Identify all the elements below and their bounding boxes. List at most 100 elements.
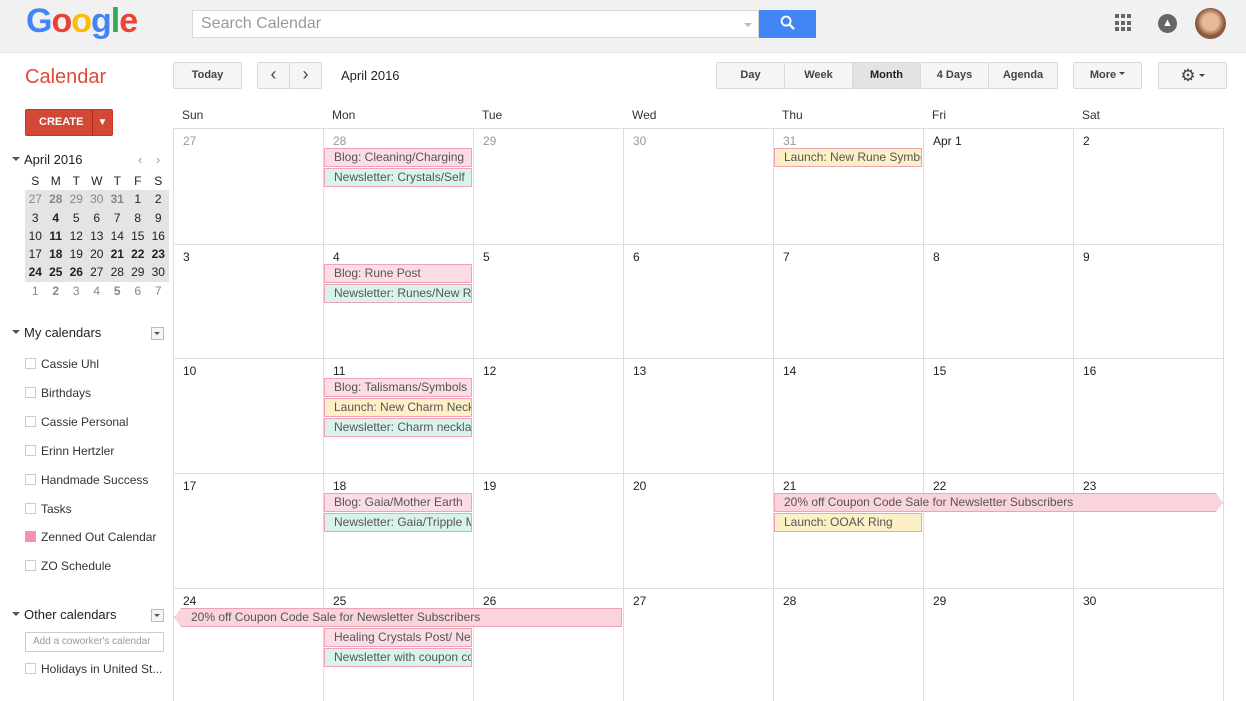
day-number[interactable]: 19 — [483, 479, 496, 493]
day-cell[interactable]: 30 — [1073, 588, 1224, 701]
day-number[interactable]: 16 — [1083, 364, 1096, 378]
mini-day[interactable]: 5 — [107, 282, 128, 300]
mini-day[interactable]: 22 — [127, 245, 148, 264]
event-newsletter[interactable]: Newsletter: Charm necklaces — [324, 418, 472, 437]
day-cell[interactable]: 28 — [773, 588, 923, 701]
calendar-item[interactable]: Holidays in United St... — [25, 662, 162, 676]
mini-day[interactable]: 16 — [148, 226, 169, 246]
calendar-item[interactable]: Tasks — [25, 502, 72, 516]
mini-day[interactable]: 27 — [86, 263, 107, 282]
day-number[interactable]: 13 — [633, 364, 646, 378]
google-logo[interactable]: Google — [26, 2, 138, 41]
day-number[interactable]: 26 — [483, 594, 496, 608]
next-button[interactable]: › — [289, 62, 322, 89]
collapse-icon[interactable] — [12, 157, 20, 165]
mini-day[interactable]: 30 — [148, 263, 169, 282]
calendar-item[interactable]: Cassie Uhl — [25, 357, 99, 371]
mini-day[interactable]: 13 — [86, 226, 107, 246]
day-cell[interactable]: 27 — [173, 128, 323, 244]
calendar-item[interactable]: Zenned Out Calendar — [25, 530, 156, 544]
mini-day[interactable]: 25 — [45, 263, 66, 282]
day-number[interactable]: 17 — [183, 479, 196, 493]
day-cell[interactable]: 15 — [923, 358, 1073, 473]
apps-grid-icon[interactable] — [1115, 14, 1133, 32]
mini-day[interactable]: 23 — [148, 245, 169, 264]
day-number[interactable]: 18 — [333, 479, 346, 493]
day-cell[interactable]: 17 — [173, 473, 323, 588]
event-sale[interactable]: 20% off Coupon Code Sale for Newsletter … — [774, 493, 1223, 512]
add-coworker-input[interactable]: Add a coworker's calendar — [25, 632, 164, 652]
day-number[interactable]: 29 — [933, 594, 946, 608]
day-cell[interactable]: 14 — [773, 358, 923, 473]
mini-prev-icon[interactable]: ‹ — [138, 150, 142, 170]
mini-day[interactable]: 1 — [127, 190, 148, 209]
mini-day[interactable]: 30 — [86, 190, 107, 209]
search-options-icon[interactable] — [744, 23, 752, 31]
day-number[interactable]: 30 — [633, 134, 646, 148]
day-cell[interactable]: 31 — [773, 128, 923, 244]
mini-day[interactable]: 5 — [66, 208, 87, 227]
dropdown-icon[interactable] — [151, 327, 164, 340]
mini-day[interactable]: 8 — [127, 208, 148, 227]
settings-button[interactable]: ⚙ — [1158, 62, 1227, 89]
mini-day[interactable]: 19 — [66, 245, 87, 264]
mini-next-icon[interactable]: › — [156, 150, 160, 170]
event-newsletter[interactable]: Newsletter with coupon code — [324, 648, 472, 667]
mini-day[interactable]: 27 — [25, 190, 46, 209]
day-number[interactable]: 2 — [1083, 134, 1090, 148]
day-number[interactable]: Apr 1 — [933, 134, 962, 148]
checkbox[interactable] — [25, 473, 36, 485]
day-number[interactable]: 23 — [1083, 479, 1096, 493]
calendar-item[interactable]: Erinn Hertzler — [25, 444, 114, 458]
bell-icon[interactable]: ▲ — [1158, 14, 1177, 33]
day-number[interactable]: 10 — [183, 364, 196, 378]
mini-day[interactable]: 7 — [148, 282, 169, 300]
event-sale[interactable]: 20% off Coupon Code Sale for Newsletter … — [174, 608, 622, 627]
today-button[interactable]: Today — [173, 62, 242, 89]
view-agenda[interactable]: Agenda — [988, 62, 1058, 89]
mini-day[interactable]: 12 — [66, 226, 87, 246]
day-cell[interactable]: 3 — [173, 244, 323, 358]
day-number[interactable]: 27 — [633, 594, 646, 608]
checkbox[interactable] — [25, 502, 36, 514]
more-button[interactable]: More — [1073, 62, 1142, 89]
day-cell[interactable]: 24 — [173, 588, 323, 701]
event-launch[interactable]: Launch: OOAK Ring — [774, 513, 922, 532]
day-number[interactable]: 22 — [933, 479, 946, 493]
day-number[interactable]: 30 — [1083, 594, 1096, 608]
create-button[interactable]: CREATE ▼ — [25, 109, 113, 136]
day-number[interactable]: 29 — [483, 134, 496, 148]
event-blog[interactable]: Blog: Gaia/Mother Earth — [324, 493, 472, 512]
event-newsletter[interactable]: Newsletter: Crystals/Self — [324, 168, 472, 187]
event-launch[interactable]: Launch: New Charm Necklaces — [324, 398, 472, 417]
day-number[interactable]: 20 — [633, 479, 646, 493]
mini-day[interactable]: 11 — [45, 226, 66, 246]
day-number[interactable]: 28 — [783, 594, 796, 608]
day-number[interactable]: 5 — [483, 250, 490, 264]
checkbox[interactable] — [25, 386, 36, 398]
mini-day[interactable]: 24 — [25, 263, 46, 282]
mini-day[interactable]: 7 — [107, 208, 128, 227]
mini-day[interactable]: 1 — [25, 282, 46, 300]
event-newsletter[interactable]: Newsletter: Gaia/Tripple Moon — [324, 513, 472, 532]
checkbox[interactable] — [25, 531, 36, 543]
day-cell[interactable]: 23 — [1073, 473, 1224, 588]
day-number[interactable]: 15 — [933, 364, 946, 378]
mini-day[interactable]: 2 — [148, 190, 169, 209]
mini-day[interactable]: 10 — [25, 226, 46, 246]
day-number[interactable]: 14 — [783, 364, 796, 378]
checkbox[interactable] — [25, 415, 36, 427]
day-cell[interactable]: 27 — [623, 588, 773, 701]
day-cell[interactable]: 8 — [923, 244, 1073, 358]
day-cell[interactable]: Apr 1 — [923, 128, 1073, 244]
view-4days[interactable]: 4 Days — [920, 62, 989, 89]
day-number[interactable]: 8 — [933, 250, 940, 264]
event-blog[interactable]: Blog: Rune Post — [324, 264, 472, 283]
mini-day[interactable]: 4 — [45, 208, 66, 227]
mini-day[interactable]: 6 — [128, 282, 149, 300]
day-number[interactable]: 31 — [783, 134, 796, 148]
mini-day[interactable]: 14 — [107, 226, 128, 246]
checkbox[interactable] — [25, 444, 36, 456]
day-number[interactable]: 27 — [183, 134, 196, 148]
mini-day[interactable]: 31 — [107, 190, 128, 209]
